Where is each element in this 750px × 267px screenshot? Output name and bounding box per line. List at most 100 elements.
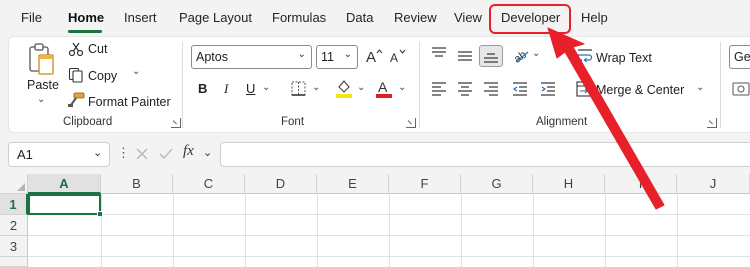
- column-header-b[interactable]: B: [101, 174, 173, 194]
- fill-color-icon[interactable]: [334, 78, 354, 98]
- select-all-corner[interactable]: [0, 174, 28, 194]
- column-header-c[interactable]: C: [173, 174, 245, 194]
- name-box-value: A1: [17, 147, 33, 162]
- paste-icon[interactable]: [27, 42, 57, 78]
- column-header-g[interactable]: G: [461, 174, 533, 194]
- column-header-i[interactable]: I: [605, 174, 677, 194]
- tab-home[interactable]: Home: [68, 10, 104, 25]
- group-separator: [720, 42, 721, 128]
- format-painter-label[interactable]: Format Painter: [88, 95, 171, 109]
- font-size-value: 11: [321, 50, 334, 64]
- fill-handle[interactable]: [97, 211, 103, 217]
- font-color-icon[interactable]: A: [375, 78, 393, 98]
- svg-text:A: A: [378, 79, 388, 95]
- developer-tab-highlight: [489, 4, 571, 34]
- copy-dropdown-icon[interactable]: ⌄: [132, 66, 140, 77]
- paste-label[interactable]: Paste: [27, 78, 59, 92]
- font-size-combo[interactable]: 11 ⌄: [316, 45, 358, 69]
- select-all-icon: [17, 183, 25, 191]
- paste-dropdown-icon[interactable]: ⌄: [37, 94, 45, 105]
- fill-color-dropdown-icon[interactable]: ⌄: [357, 82, 365, 93]
- tab-help[interactable]: Help: [581, 10, 608, 25]
- cut-icon[interactable]: [68, 41, 84, 57]
- borders-dropdown-icon[interactable]: ⌄: [312, 82, 320, 93]
- clipboard-group-label: Clipboard: [63, 116, 113, 128]
- svg-text:A: A: [366, 49, 376, 65]
- row-header-2[interactable]: 2: [0, 215, 28, 236]
- font-group-label: Font: [281, 116, 305, 128]
- gridline: [28, 214, 750, 215]
- clipboard-launcher-icon[interactable]: [171, 118, 181, 128]
- merge-center-icon[interactable]: [576, 81, 592, 97]
- insert-function-button[interactable]: fx: [183, 143, 194, 160]
- svg-text:ab: ab: [512, 49, 529, 64]
- increase-indent-icon[interactable]: [540, 82, 556, 96]
- tab-page-layout[interactable]: Page Layout: [179, 10, 252, 25]
- cancel-entry-icon[interactable]: [134, 146, 150, 162]
- underline-dropdown-icon[interactable]: ⌄: [262, 82, 270, 93]
- active-tab-indicator: [68, 30, 102, 33]
- font-name-value: Aptos: [196, 50, 228, 64]
- top-align-icon[interactable]: [431, 47, 447, 61]
- bold-button[interactable]: B: [198, 81, 207, 96]
- confirm-entry-icon[interactable]: [158, 146, 174, 162]
- format-painter-icon[interactable]: [67, 92, 85, 108]
- merge-center-label[interactable]: Merge & Center: [596, 83, 684, 97]
- align-right-icon[interactable]: [483, 82, 499, 96]
- borders-icon[interactable]: [290, 80, 308, 98]
- number-format-value: Ger: [734, 50, 750, 64]
- italic-button[interactable]: I: [224, 81, 228, 97]
- column-header-h[interactable]: H: [533, 174, 605, 194]
- font-launcher-icon[interactable]: [406, 118, 416, 128]
- cut-label[interactable]: Cut: [88, 42, 107, 56]
- decrease-indent-icon[interactable]: [512, 82, 528, 96]
- orientation-icon[interactable]: ab: [512, 46, 530, 64]
- font-name-combo[interactable]: Aptos ⌄: [191, 45, 312, 69]
- svg-text:A: A: [390, 51, 398, 65]
- wrap-text-icon[interactable]: [577, 48, 593, 64]
- tab-review[interactable]: Review: [394, 10, 437, 25]
- more-options-icon[interactable]: ⋮: [117, 145, 130, 161]
- gridline: [28, 235, 750, 236]
- underline-button[interactable]: U: [246, 81, 255, 96]
- tab-file[interactable]: File: [21, 10, 42, 25]
- chevron-down-icon[interactable]: ⌄: [203, 146, 212, 159]
- row-header-4[interactable]: [0, 257, 28, 267]
- tab-insert[interactable]: Insert: [124, 10, 157, 25]
- wrap-text-label[interactable]: Wrap Text: [596, 51, 652, 65]
- group-separator: [182, 42, 183, 128]
- column-header-f[interactable]: F: [389, 174, 461, 194]
- align-left-icon[interactable]: [431, 82, 447, 96]
- chevron-down-icon: ⌄: [297, 49, 306, 60]
- row-header-1[interactable]: 1: [0, 194, 28, 215]
- tab-formulas[interactable]: Formulas: [272, 10, 326, 25]
- tab-view[interactable]: View: [454, 10, 482, 25]
- accounting-format-icon[interactable]: [732, 80, 750, 98]
- bottom-align-button[interactable]: [479, 45, 503, 67]
- column-header-d[interactable]: D: [245, 174, 317, 194]
- menu-bar: File Home Insert Page Layout Formulas Da…: [0, 0, 750, 36]
- formula-input[interactable]: [220, 142, 750, 167]
- number-format-combo[interactable]: Ger: [729, 45, 750, 69]
- copy-label[interactable]: Copy: [88, 69, 117, 83]
- column-header-a[interactable]: A: [28, 174, 101, 194]
- name-box[interactable]: A1 ⌄: [8, 142, 110, 167]
- group-separator: [419, 42, 420, 128]
- align-center-icon[interactable]: [457, 82, 473, 96]
- chevron-down-icon: ⌄: [93, 147, 103, 159]
- gridline: [28, 256, 750, 257]
- tab-data[interactable]: Data: [346, 10, 373, 25]
- column-header-e[interactable]: E: [317, 174, 389, 194]
- alignment-launcher-icon[interactable]: [707, 118, 717, 128]
- copy-icon[interactable]: [68, 67, 84, 83]
- orientation-dropdown-icon[interactable]: ⌄: [532, 48, 540, 59]
- decrease-font-size-icon[interactable]: A: [389, 47, 407, 65]
- middle-align-icon[interactable]: [457, 49, 473, 63]
- bottom-align-icon: [484, 53, 498, 63]
- column-header-j[interactable]: J: [677, 174, 750, 194]
- font-color-dropdown-icon[interactable]: ⌄: [398, 82, 406, 93]
- merge-dropdown-icon[interactable]: ⌄: [696, 82, 704, 93]
- increase-font-size-icon[interactable]: A: [365, 47, 383, 65]
- selected-cell-a1[interactable]: [28, 194, 101, 215]
- row-header-3[interactable]: 3: [0, 236, 28, 257]
